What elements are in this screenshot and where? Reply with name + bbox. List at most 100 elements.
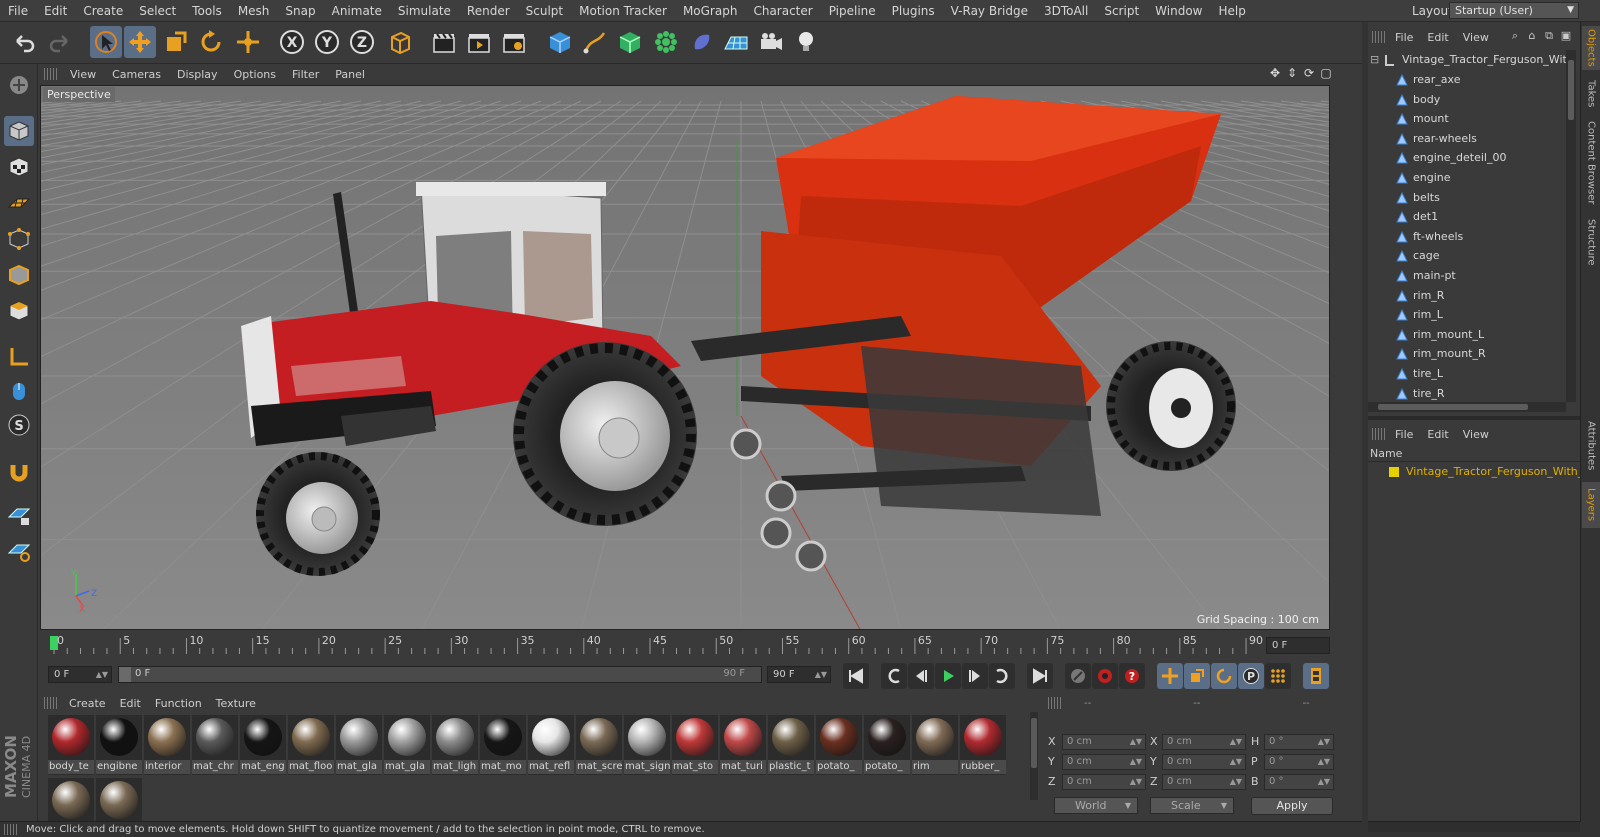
material-swatch[interactable]: mat_scre [576, 715, 622, 775]
timeline-layout-button[interactable] [1303, 663, 1329, 689]
keyframe-selection-button[interactable] [1065, 663, 1091, 689]
object-row[interactable]: rim_L [1368, 305, 1566, 325]
coord-size-field[interactable]: 0 cm ▲▼ [1162, 734, 1246, 750]
material-swatch[interactable]: mat_ligh [432, 715, 478, 775]
side-tab-content-browser[interactable]: Content Browser [1582, 118, 1600, 208]
add-light-button[interactable] [790, 26, 822, 58]
live-selection-button[interactable] [90, 26, 122, 58]
menu-edit[interactable]: Edit [36, 4, 75, 18]
key-parameter-button[interactable]: P [1238, 663, 1264, 689]
autokeying-button[interactable]: ? [1119, 663, 1145, 689]
coordinate-system-button[interactable] [384, 26, 416, 58]
panel-grip-icon[interactable] [1372, 31, 1386, 43]
side-tab-objects[interactable]: Objects [1582, 26, 1600, 70]
viewport-menu-display[interactable]: Display [169, 68, 226, 81]
menu-motion-tracker[interactable]: Motion Tracker [571, 4, 675, 18]
material-swatch[interactable]: mat_refl [528, 715, 574, 775]
material-menu-function[interactable]: Function [148, 697, 209, 710]
snap-button[interactable]: S [4, 410, 34, 440]
material-swatch[interactable]: mat_turi [720, 715, 766, 775]
viewport-menu-options[interactable]: Options [226, 68, 284, 81]
panel-grip-icon[interactable] [1372, 428, 1386, 440]
object-row[interactable]: det1 [1368, 207, 1566, 227]
menu-create[interactable]: Create [75, 4, 131, 18]
material-swatch[interactable]: engibne [96, 715, 142, 775]
add-spline-pen-button[interactable] [579, 26, 611, 58]
material-menu-edit[interactable]: Edit [113, 697, 148, 710]
go-to-start-button[interactable] [843, 663, 869, 689]
key-point-level-button[interactable] [1265, 663, 1291, 689]
object-row[interactable]: engine_deteil_00 [1368, 148, 1566, 168]
material-swatch[interactable]: mat_sto [672, 715, 718, 775]
object-row[interactable]: mount [1368, 109, 1566, 129]
z-axis-lock-button[interactable]: Z [346, 26, 378, 58]
menu-v-ray-bridge[interactable]: V-Ray Bridge [943, 4, 1036, 18]
object-row[interactable]: belts [1368, 188, 1566, 208]
make-editable-button[interactable] [4, 70, 34, 100]
material-swatch[interactable]: potato_ [864, 715, 910, 775]
zoom-view-icon[interactable]: ⇕ [1285, 66, 1299, 80]
coord-position-field[interactable]: 0 cm ▲▼ [1062, 754, 1146, 770]
object-row-root[interactable]: ⊟ Vintage_Tractor_Ferguson_With [1368, 50, 1566, 70]
texture-mode-button[interactable] [4, 152, 34, 182]
coord-position-field[interactable]: 0 cm ▲▼ [1062, 774, 1146, 790]
new-window-icon[interactable]: ⧉ [1542, 29, 1556, 43]
object-row[interactable]: main-pt [1368, 266, 1566, 286]
panel-splitter[interactable] [1368, 416, 1580, 420]
viewport-menu-view[interactable]: View [62, 68, 104, 81]
object-menu-file[interactable]: File [1388, 31, 1420, 44]
locked-workplane-button[interactable] [4, 500, 34, 530]
material-menu-create[interactable]: Create [62, 697, 113, 710]
coord-rotation-field[interactable]: 0 ° ▲▼ [1264, 754, 1334, 770]
menu-3dtoall[interactable]: 3DToAll [1036, 4, 1096, 18]
menu-animate[interactable]: Animate [324, 4, 390, 18]
object-row[interactable]: rim_mount_L [1368, 325, 1566, 345]
material-swatch[interactable]: mat_floo [288, 715, 334, 775]
object-row[interactable]: rim_mount_R [1368, 344, 1566, 364]
material-swatch[interactable]: body_te [48, 715, 94, 775]
previous-key-button[interactable] [881, 663, 907, 689]
perspective-viewport[interactable]: Y Z X Perspective Grid Spacing : 100 cm [40, 85, 1330, 630]
add-camera-button[interactable] [755, 26, 787, 58]
object-row[interactable]: body [1368, 90, 1566, 110]
scrollbar-thumb[interactable] [1568, 60, 1574, 120]
menu-mograph[interactable]: MoGraph [675, 4, 746, 18]
side-tab-structure[interactable]: Structure [1582, 212, 1600, 272]
move-view-icon[interactable]: ✥ [1268, 66, 1282, 80]
panel-grip-icon[interactable] [44, 697, 58, 709]
maximize-icon[interactable]: ▣ [1559, 29, 1573, 43]
object-menu-view[interactable]: View [1456, 31, 1496, 44]
min-frame-field[interactable]: 0 F ▲▼ [48, 666, 112, 683]
play-button[interactable] [935, 663, 961, 689]
render-view-button[interactable] [428, 26, 460, 58]
menu-plugins[interactable]: Plugins [884, 4, 943, 18]
previous-frame-button[interactable] [908, 663, 934, 689]
rotate-tool-button[interactable] [195, 26, 227, 58]
menu-render[interactable]: Render [459, 4, 518, 18]
material-scrollbar[interactable] [1030, 712, 1038, 800]
tweak-mode-button[interactable] [4, 376, 34, 406]
object-row[interactable]: rear-wheels [1368, 129, 1566, 149]
viewport-menu-cameras[interactable]: Cameras [104, 68, 169, 81]
object-row[interactable]: cage [1368, 246, 1566, 266]
material-swatch[interactable]: mat_mo [480, 715, 526, 775]
object-row[interactable]: tire_L [1368, 364, 1566, 384]
menu-mesh[interactable]: Mesh [230, 4, 278, 18]
planar-workplane-button[interactable] [4, 536, 34, 566]
menu-sculpt[interactable]: Sculpt [518, 4, 571, 18]
key-scale-button[interactable] [1184, 663, 1210, 689]
undo-button[interactable] [8, 26, 40, 58]
collapse-icon[interactable]: ⊟ [1370, 50, 1379, 70]
search-icon[interactable]: ⌕ [1508, 29, 1522, 43]
slider-knob[interactable] [119, 667, 131, 682]
max-frame-field[interactable]: 90 F ▲▼ [767, 666, 831, 683]
material-swatch[interactable]: mat_chr [192, 715, 238, 775]
edges-mode-button[interactable] [4, 260, 34, 290]
layout-select[interactable]: Startup (User) ▼ [1449, 2, 1579, 19]
material-swatch[interactable]: interior [144, 715, 190, 775]
coord-position-field[interactable]: 0 cm ▲▼ [1062, 734, 1146, 750]
redo-button[interactable] [44, 26, 76, 58]
key-position-button[interactable] [1157, 663, 1183, 689]
render-settings-button[interactable] [498, 26, 530, 58]
scrollbar-thumb[interactable] [1031, 718, 1037, 768]
